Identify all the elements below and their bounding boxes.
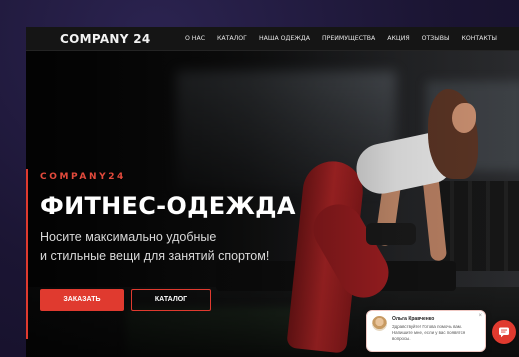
accent-bar xyxy=(26,169,28,339)
nav-item-advantages[interactable]: ПРЕИМУЩЕСТВА xyxy=(322,35,375,42)
nav-item-catalog[interactable]: КАТАЛОГ xyxy=(217,35,247,42)
catalog-button[interactable]: КАТАЛОГ xyxy=(131,289,211,311)
hero-subtitle-line: Носите максимально удобные xyxy=(40,230,217,244)
avatar xyxy=(372,316,387,331)
nav-item-about[interactable]: О НАС xyxy=(185,35,205,42)
site-header: COMPANY 24 О НАС КАТАЛОГ НАША ОДЕЖДА ПРЕ… xyxy=(26,27,519,51)
chat-bubble-icon xyxy=(499,327,509,338)
order-button[interactable]: ЗАКАЗАТЬ xyxy=(40,289,124,311)
nav-item-promo[interactable]: АКЦИЯ xyxy=(387,35,409,42)
chat-button[interactable] xyxy=(492,320,516,344)
site-logo[interactable]: COMPANY 24 xyxy=(60,32,151,46)
nav-item-contacts[interactable]: КОНТАКТЫ xyxy=(461,35,497,42)
chat-message: Здравствуйте! Готова помочь вам. Напишит… xyxy=(392,324,466,341)
website-panel: COMPANY24 ФИТНЕС-ОДЕЖДА Носите максималь… xyxy=(26,27,519,357)
hero-subtitle-line: и стильные вещи для занятий спортом! xyxy=(40,249,270,263)
hero-title: ФИТНЕС-ОДЕЖДА xyxy=(40,192,296,220)
hero-subtitle: Носите максимально удобные и стильные ве… xyxy=(40,228,280,266)
chat-popup[interactable]: Ольга Кравченко Здравствуйте! Готова пом… xyxy=(366,310,486,352)
hero-kicker: COMPANY24 xyxy=(40,172,126,182)
close-icon[interactable]: × xyxy=(478,313,482,319)
chat-agent-name: Ольга Кравченко xyxy=(392,316,435,322)
nav-item-our-clothes[interactable]: НАША ОДЕЖДА xyxy=(259,35,310,42)
nav-item-reviews[interactable]: ОТЗЫВЫ xyxy=(422,35,450,42)
main-nav: О НАС КАТАЛОГ НАША ОДЕЖДА ПРЕИМУЩЕСТВА А… xyxy=(185,35,497,42)
